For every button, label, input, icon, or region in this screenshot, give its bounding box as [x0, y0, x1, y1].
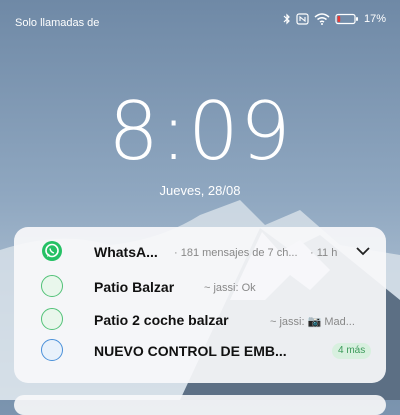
notification-header[interactable]: WhatsA... · 181 mensajes de 7 ch... · 11…	[14, 236, 386, 266]
notification-group[interactable]: WhatsA... · 181 mensajes de 7 ch... · 11…	[14, 227, 386, 383]
more-badge[interactable]: 4 más	[332, 343, 372, 359]
status-bar: Solo llamadas de 17%	[0, 0, 400, 40]
notification-item[interactable]: Patio Balzar ~ jassi: Ok	[14, 271, 386, 301]
notification-item[interactable]: NUEVO CONTROL DE EMB... 4 más	[14, 335, 386, 365]
app-name: WhatsA...	[94, 244, 158, 260]
battery-icon	[335, 13, 358, 25]
lock-date: Jueves, 28/08	[159, 183, 241, 198]
notification-preview: ~ jassi: Ok	[204, 282, 256, 294]
lock-clock: 8:09	[108, 85, 292, 178]
group-chat-icon	[41, 339, 63, 361]
group-chat-icon	[41, 275, 63, 297]
notification-summary: · 181 mensajes de 7 ch...	[174, 247, 298, 259]
notification-title: Patio Balzar	[94, 279, 175, 295]
notification-time: · 11 h	[310, 247, 338, 259]
notification-title: Patio 2 coche balzar	[94, 312, 229, 328]
battery-percent: 17%	[363, 13, 386, 25]
wifi-icon	[314, 13, 330, 25]
group-chat-icon	[41, 308, 63, 330]
notification-preview: ~ jassi: 📷 Mad...	[270, 316, 355, 328]
status-icons: 17%	[283, 13, 386, 25]
carrier-label: Solo llamadas de	[15, 17, 100, 29]
notification-title: NUEVO CONTROL DE EMB...	[94, 343, 287, 359]
next-notification-card[interactable]	[14, 395, 386, 415]
chevron-down-icon[interactable]	[356, 246, 370, 256]
notification-item[interactable]: Patio 2 coche balzar ~ jassi: 📷 Mad...	[14, 304, 386, 334]
bluetooth-icon	[283, 13, 290, 25]
whatsapp-icon	[42, 241, 62, 261]
nfc-icon	[296, 13, 309, 25]
